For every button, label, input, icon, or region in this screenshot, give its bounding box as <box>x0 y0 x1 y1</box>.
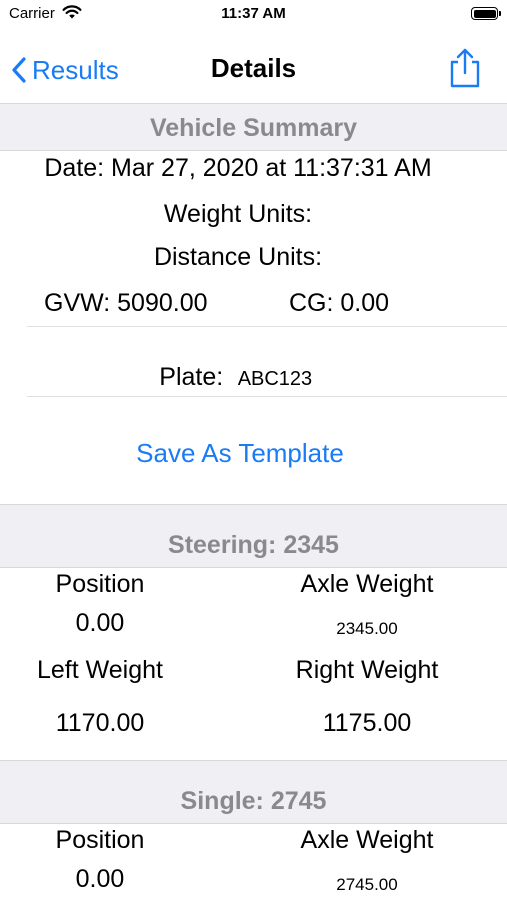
cg-value: CG: 0.00 <box>289 289 390 317</box>
plate-row: Plate: <box>0 363 507 392</box>
status-bar: Carrier 11:37 AM <box>0 0 507 30</box>
position-label: Position <box>55 570 145 598</box>
position-value: 0.00 <box>75 609 125 637</box>
save-as-template-button[interactable]: Save As Template <box>0 438 480 469</box>
clock: 11:37 AM <box>221 5 286 22</box>
divider <box>27 396 507 397</box>
section-header-steering: Steering: 2345 <box>0 504 507 568</box>
battery-icon <box>471 7 501 20</box>
axle-weight-label: Axle Weight <box>300 570 434 598</box>
share-button[interactable] <box>447 46 483 90</box>
left-weight-label: Left Weight <box>36 656 163 684</box>
gvw-value: GVW: 5090.00 <box>44 289 208 317</box>
share-icon <box>450 48 480 88</box>
navigation-bar: Results Details <box>0 30 507 104</box>
weight-units-label: Weight Units: <box>163 200 313 228</box>
summary-date: Date: Mar 27, 2020 at 11:37:31 AM <box>44 154 432 182</box>
axle-weight-label: Axle Weight <box>300 826 434 854</box>
left-weight-value: 1170.00 <box>55 709 145 737</box>
section-header-vehicle-summary: Vehicle Summary <box>0 103 507 151</box>
plate-label: Plate: <box>159 363 224 391</box>
distance-units-label: Distance Units: <box>153 243 323 271</box>
right-weight-value: 1175.00 <box>322 709 412 737</box>
plate-input[interactable] <box>237 368 348 391</box>
position-value: 0.00 <box>75 865 125 893</box>
position-label: Position <box>55 826 145 854</box>
axle-weight-value: 2345.00 <box>336 619 398 638</box>
axle-weight-value: 2745.00 <box>336 875 398 894</box>
divider <box>27 326 507 327</box>
page-title: Details <box>210 53 297 83</box>
section-header-single: Single: 2745 <box>0 760 507 824</box>
right-weight-label: Right Weight <box>295 656 439 684</box>
